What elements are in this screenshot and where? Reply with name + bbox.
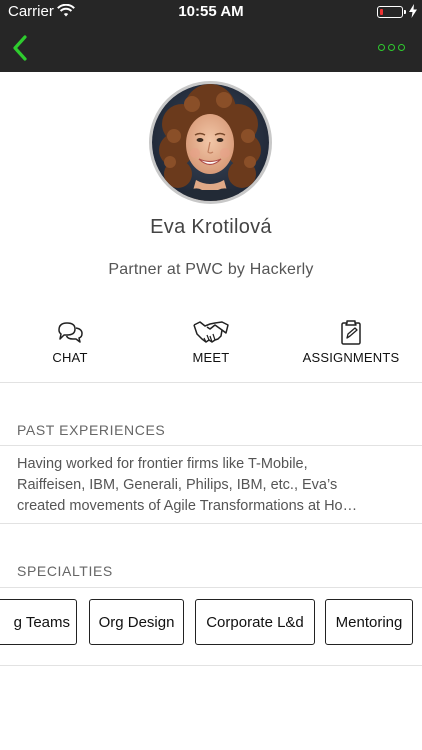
experience-line: created movements of Agile Transformatio…: [17, 498, 358, 514]
clock: 10:55 AM: [178, 3, 244, 20]
chat-bubbles-icon: [56, 318, 84, 346]
profile-name: Eva Krotilová: [150, 216, 272, 238]
experience-line: Raiffeisen, IBM, Generali, Philips, IBM,…: [17, 477, 338, 493]
battery-icon: [377, 6, 406, 18]
profile-title: Partner at PWC by Hackerly: [108, 261, 314, 278]
specialty-chip[interactable]: Corporate L&d: [195, 599, 315, 645]
chevron-left-icon: [13, 35, 27, 61]
status-bar: Carrier 10:55 AM: [0, 0, 422, 24]
clipboard-icon: [340, 318, 362, 346]
chat-label: CHAT: [52, 350, 88, 365]
assignments-button[interactable]: ASSIGNMENTS: [281, 318, 421, 368]
specialties-scroller[interactable]: g Teams Org Design Corporate L&d Mentori…: [0, 599, 422, 647]
past-experiences-text[interactable]: Having worked for frontier firms like T-…: [17, 454, 407, 517]
avatar: [149, 81, 272, 204]
more-dots-icon: [377, 43, 385, 51]
chat-button[interactable]: CHAT: [0, 318, 140, 368]
specialty-chip[interactable]: g Teams: [0, 599, 77, 645]
meet-label: MEET: [192, 350, 230, 365]
handshake-icon: [193, 318, 229, 346]
charging-icon: [409, 4, 417, 22]
assignments-label: ASSIGNMENTS: [302, 350, 400, 365]
meet-button[interactable]: MEET: [141, 318, 281, 368]
divider: [0, 382, 422, 383]
divider: [0, 665, 422, 666]
divider: [0, 523, 422, 524]
past-experiences-title: PAST EXPERIENCES: [17, 422, 166, 438]
divider: [0, 587, 422, 588]
divider: [0, 445, 422, 446]
specialty-chip[interactable]: Mentoring: [325, 599, 413, 645]
more-options-button[interactable]: [376, 38, 406, 56]
specialties-title: SPECIALTIES: [17, 563, 113, 579]
specialty-chip[interactable]: Org Design: [89, 599, 184, 645]
experience-line: Having worked for frontier firms like T-…: [17, 456, 308, 472]
back-button[interactable]: [6, 34, 34, 62]
top-bar: Carrier 10:55 AM: [0, 0, 422, 72]
